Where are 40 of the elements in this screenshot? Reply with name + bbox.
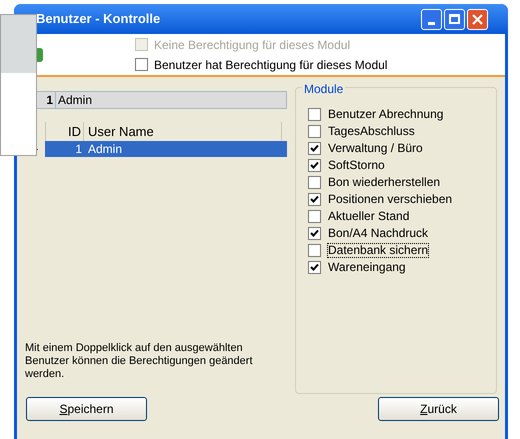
dialog-button[interactable]: Zurück xyxy=(378,397,499,421)
checkbox[interactable] xyxy=(308,142,321,155)
check-icon xyxy=(310,229,319,238)
maximize-icon xyxy=(449,14,460,24)
checkbox[interactable] xyxy=(308,261,321,274)
legend-label: Benutzer hat Berechtigung für dieses Modul xyxy=(154,56,388,74)
module-label: Verwaltung / Büro xyxy=(328,142,423,155)
window-title: Benutzer - Kontrolle xyxy=(36,10,162,28)
module-label: Wareneingang xyxy=(328,261,406,274)
checkbox[interactable] xyxy=(308,159,321,172)
module-label: SoftStorno xyxy=(328,159,385,172)
checkbox[interactable] xyxy=(308,244,321,257)
close-button[interactable] xyxy=(467,8,488,30)
hint-text: Mit einem Doppelklick auf den ausgewählten Benutzer können die Berechtigungen geändert werden. xyxy=(25,342,254,381)
checkbox[interactable] xyxy=(308,227,321,240)
module-label: TagesAbschluss xyxy=(328,125,415,138)
module-label: Bon wiederherstellen xyxy=(328,176,440,189)
current-user-name: Admin xyxy=(57,92,92,109)
dialog-button[interactable]: Speichern xyxy=(26,397,147,421)
table-cell-text: Admin xyxy=(87,141,122,158)
legend-label: Keine Berechtigung für dieses Modul xyxy=(154,36,350,54)
module-label: Datenbank sichern xyxy=(328,244,428,257)
maximize-button[interactable] xyxy=(444,8,465,30)
module-label: Benutzer Abrechnung xyxy=(328,108,444,121)
checkbox[interactable] xyxy=(135,58,148,71)
module-label: Positionen verschieben xyxy=(328,193,452,206)
checkbox[interactable] xyxy=(308,125,321,138)
checkbox[interactable] xyxy=(308,108,321,121)
check-icon xyxy=(310,263,319,272)
checkbox[interactable] xyxy=(308,210,321,223)
table-cell-text: 1 xyxy=(74,141,83,158)
checkbox[interactable] xyxy=(308,176,321,189)
table-row[interactable]: 1 Admin xyxy=(25,141,287,157)
module-label: Aktueller Stand xyxy=(328,210,410,223)
module-label: Bon/A4 Nachdruck xyxy=(328,227,428,240)
minimize-button[interactable] xyxy=(421,8,442,30)
checkbox[interactable] xyxy=(308,193,321,206)
minimize-icon xyxy=(428,22,435,24)
close-icon xyxy=(472,14,483,24)
check-icon xyxy=(310,195,319,204)
